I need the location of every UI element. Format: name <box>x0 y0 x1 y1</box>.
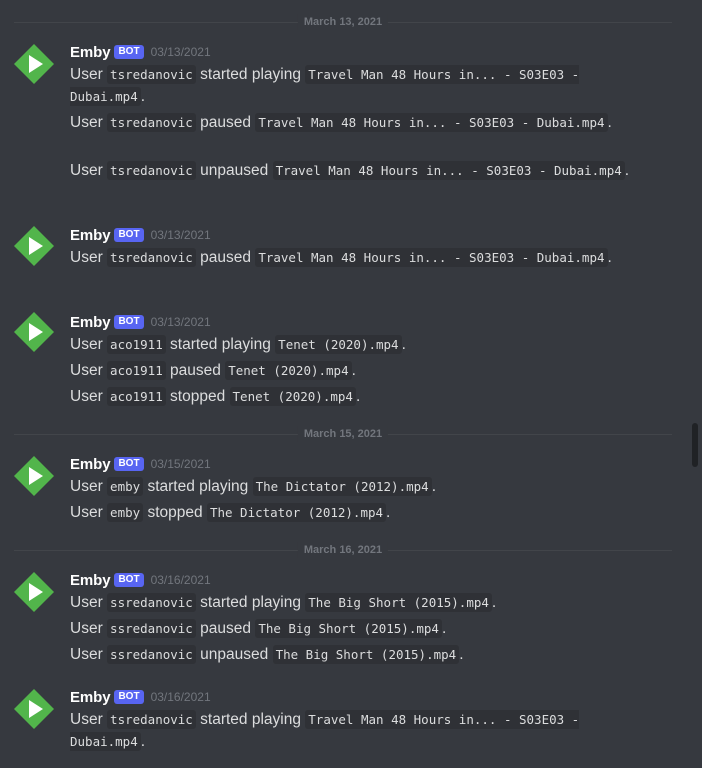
filename-code: Travel Man 48 Hours in... - S03E03 - Dub… <box>255 248 608 267</box>
message-line: User tsredanovic started playing Travel … <box>70 710 580 751</box>
message-line: User ssredanovic unpaused The Big Short … <box>70 645 464 664</box>
username-code: aco1911 <box>107 335 166 354</box>
message-timestamp[interactable]: 03/13/2021 <box>151 45 211 59</box>
username-code: ssredanovic <box>107 645 196 664</box>
username-code: tsredanovic <box>107 710 196 729</box>
filename-code: The Dictator (2012).mp4 <box>252 477 432 496</box>
scrollbar-thumb[interactable] <box>692 423 698 467</box>
message-line: User ssredanovic paused The Big Short (2… <box>70 619 447 638</box>
message-line: User aco1911 stopped Tenet (2020).mp4. <box>70 387 361 406</box>
message-line: User aco1911 paused Tenet (2020).mp4. <box>70 361 356 380</box>
filename-code: Tenet (2020).mp4 <box>225 361 352 380</box>
username-code: tsredanovic <box>107 113 196 132</box>
username-code: tsredanovic <box>107 161 196 180</box>
date-divider: March 13, 2021 <box>14 14 672 30</box>
message-line: User tsredanovic unpaused Travel Man 48 … <box>70 161 630 180</box>
bot-username[interactable]: Emby <box>70 689 111 706</box>
message-timestamp[interactable]: 03/16/2021 <box>151 573 211 587</box>
message-line: User tsredanovic started playing Travel … <box>70 65 580 106</box>
bot-badge: BOT <box>114 457 144 471</box>
filename-code: Tenet (2020).mp4 <box>275 335 402 354</box>
bot-badge: BOT <box>114 315 144 329</box>
username-code: emby <box>107 477 144 496</box>
message-header: Emby BOT 03/16/2021 <box>70 687 211 707</box>
message-timestamp[interactable]: 03/13/2021 <box>151 315 211 329</box>
filename-code: The Dictator (2012).mp4 <box>206 503 387 522</box>
username-code: ssredanovic <box>107 619 196 638</box>
message-header: Emby BOT 03/16/2021 <box>70 570 211 590</box>
message-line: User tsredanovic paused Travel Man 48 Ho… <box>70 248 612 267</box>
message-timestamp[interactable]: 03/16/2021 <box>151 690 211 704</box>
date-divider: March 15, 2021 <box>14 426 672 442</box>
username-code: emby <box>107 503 144 522</box>
message-line: User aco1911 started playing Tenet (2020… <box>70 335 406 354</box>
bot-username[interactable]: Emby <box>70 44 111 61</box>
message-header: Emby BOT 03/13/2021 <box>70 42 211 62</box>
username-code: aco1911 <box>107 387 166 406</box>
filename-code: Travel Man 48 Hours in... - S03E03 - Dub… <box>272 161 625 180</box>
message-timestamp[interactable]: 03/13/2021 <box>151 228 211 242</box>
emby-avatar-icon[interactable] <box>13 571 55 613</box>
emby-avatar-icon[interactable] <box>13 688 55 730</box>
message-header: Emby BOT 03/13/2021 <box>70 225 211 245</box>
bot-badge: BOT <box>114 228 144 242</box>
filename-code: The Big Short (2015).mp4 <box>255 619 442 638</box>
bot-username[interactable]: Emby <box>70 314 111 331</box>
date-divider-label: March 13, 2021 <box>297 14 389 30</box>
username-code: tsredanovic <box>107 65 196 84</box>
scrollbar-track[interactable] <box>688 0 702 768</box>
bot-username[interactable]: Emby <box>70 456 111 473</box>
bot-badge: BOT <box>114 573 144 587</box>
username-code: aco1911 <box>107 361 166 380</box>
chat-messages: March 13, 2021 Emby BOT 03/13/2021 User … <box>0 0 688 768</box>
username-code: tsredanovic <box>107 248 196 267</box>
date-divider-label: March 15, 2021 <box>297 426 389 442</box>
username-code: ssredanovic <box>107 593 196 612</box>
message-line: User emby started playing The Dictator (… <box>70 477 436 496</box>
bot-username[interactable]: Emby <box>70 227 111 244</box>
emby-avatar-icon[interactable] <box>13 43 55 85</box>
emby-avatar-icon[interactable] <box>13 225 55 267</box>
filename-code: The Big Short (2015).mp4 <box>272 645 460 664</box>
filename-code: Travel Man 48 Hours in... - S03E03 - Dub… <box>255 113 608 132</box>
emby-avatar-icon[interactable] <box>13 455 55 497</box>
date-divider: March 16, 2021 <box>14 542 672 558</box>
message-header: Emby BOT 03/13/2021 <box>70 312 211 332</box>
message-line: User ssredanovic started playing The Big… <box>70 593 497 612</box>
message-timestamp[interactable]: 03/15/2021 <box>151 457 211 471</box>
date-divider-label: March 16, 2021 <box>297 542 389 558</box>
emby-avatar-icon[interactable] <box>13 311 55 353</box>
message-header: Emby BOT 03/15/2021 <box>70 454 211 474</box>
message-line: User tsredanovic paused Travel Man 48 Ho… <box>70 113 612 132</box>
message-line: User emby stopped The Dictator (2012).mp… <box>70 503 391 522</box>
bot-badge: BOT <box>114 690 144 704</box>
filename-code: Tenet (2020).mp4 <box>229 387 356 406</box>
bot-username[interactable]: Emby <box>70 572 111 589</box>
bot-badge: BOT <box>114 45 144 59</box>
filename-code: The Big Short (2015).mp4 <box>305 593 492 612</box>
